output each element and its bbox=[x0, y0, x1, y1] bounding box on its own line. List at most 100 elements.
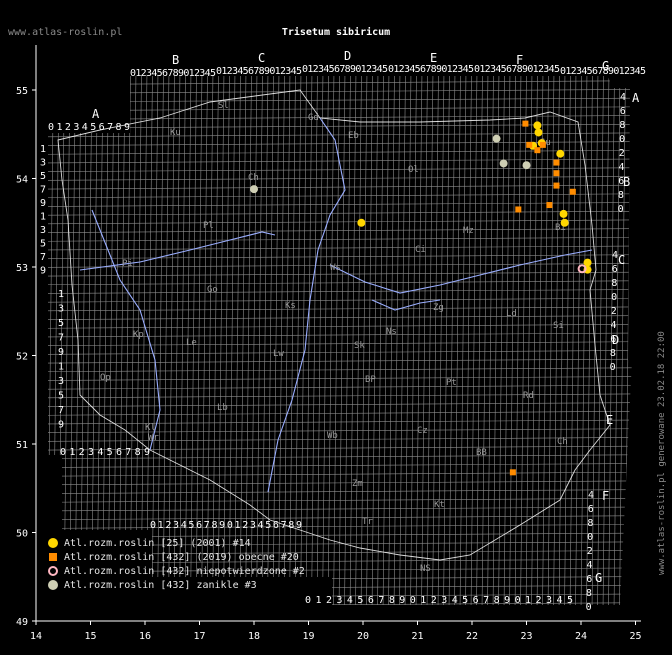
grid-digit: 9 bbox=[40, 198, 46, 209]
grid-digits: 0123456789012345 bbox=[474, 64, 560, 75]
x-tick-label: 22 bbox=[466, 631, 478, 642]
region-code: Pt bbox=[446, 378, 457, 388]
grid-digit: 1 bbox=[40, 144, 46, 155]
record-point-2019 bbox=[553, 170, 560, 177]
grid-digit: 5 bbox=[40, 239, 46, 250]
record-point-extinct bbox=[492, 134, 501, 143]
y-tick-label: 53 bbox=[16, 263, 28, 274]
record-point-2019 bbox=[509, 469, 516, 476]
region-code: Lb bbox=[217, 403, 228, 413]
record-point-2001 bbox=[357, 218, 366, 227]
x-tick-label: 15 bbox=[84, 631, 96, 642]
record-point-2019 bbox=[553, 182, 560, 189]
region-code: Kt bbox=[434, 500, 445, 510]
region-code: Kl bbox=[145, 423, 156, 433]
grid-digit: 8 bbox=[619, 120, 625, 131]
grid-digit: 1 bbox=[58, 289, 64, 300]
region-code: Ol bbox=[408, 165, 419, 175]
grid-letter: A bbox=[632, 91, 640, 105]
region-code: Zm bbox=[352, 479, 363, 489]
grid-digit: 4 bbox=[619, 162, 625, 173]
x-tick-label: 24 bbox=[575, 631, 587, 642]
grid-digit: 3 bbox=[58, 376, 64, 387]
y-tick-label: 52 bbox=[16, 352, 28, 363]
region-code: Wb bbox=[327, 431, 338, 441]
grid-letter: E bbox=[430, 51, 437, 65]
y-tick-label: 54 bbox=[16, 175, 28, 186]
grid-digit: 5 bbox=[58, 391, 64, 402]
record-point-2019 bbox=[515, 206, 522, 213]
grid-digits: 0123456789012345 bbox=[388, 64, 474, 75]
region-code: Ch bbox=[557, 437, 568, 447]
yellow-circle-icon bbox=[48, 538, 58, 548]
region-code: Tr bbox=[362, 517, 373, 527]
grid-digit: 6 bbox=[586, 574, 592, 585]
region-code: Pl bbox=[203, 221, 214, 231]
record-point-2019 bbox=[534, 147, 541, 154]
grid-digit: 3 bbox=[40, 225, 46, 236]
grid-digit: 8 bbox=[586, 588, 592, 599]
grid-digit: 0 bbox=[586, 602, 592, 613]
grid-digit: 9 bbox=[58, 420, 64, 431]
record-point-2019 bbox=[569, 188, 576, 195]
grid-digit: 7 bbox=[58, 333, 64, 344]
region-code: Ks bbox=[285, 301, 296, 311]
x-tick-label: 20 bbox=[357, 631, 369, 642]
grid-digit: 4 bbox=[620, 92, 626, 103]
region-code: NS bbox=[420, 564, 431, 574]
record-point-2019 bbox=[553, 159, 560, 166]
record-point-2019 bbox=[539, 141, 546, 148]
region-code: Le bbox=[186, 338, 197, 348]
atpol-grid bbox=[48, 76, 632, 605]
legend-item-gray: Atl.rozm.roslin [432] zanikle #3 bbox=[48, 578, 305, 592]
record-point-2019 bbox=[526, 141, 533, 148]
region-code: Op bbox=[100, 373, 111, 383]
region-code: Wr bbox=[148, 433, 159, 443]
grid-digit: 0 bbox=[610, 362, 616, 373]
legend-label: Atl.rozm.roslin [432] niepotwierdzone #2 bbox=[64, 565, 305, 577]
grid-letter: C bbox=[258, 51, 265, 65]
grid-digit: 7 bbox=[40, 185, 46, 196]
grid-digit: 8 bbox=[618, 190, 624, 201]
grid-digit: 4 bbox=[588, 490, 594, 501]
record-point-2001 bbox=[556, 149, 565, 158]
region-code: Sl bbox=[218, 101, 229, 111]
grid-digit: 6 bbox=[610, 334, 616, 345]
y-tick-label: 49 bbox=[16, 617, 28, 628]
grid-digits: 0123456789012345 bbox=[216, 66, 302, 77]
x-tick-label: 14 bbox=[30, 631, 42, 642]
grid-digit: 7 bbox=[40, 252, 46, 263]
legend-label: Atl.rozm.roslin [432] (2019) obecne #20 bbox=[64, 551, 299, 563]
pink-ring-icon bbox=[48, 566, 58, 576]
region-code: Ns bbox=[386, 327, 397, 337]
grid-digits: 0123456789 bbox=[48, 122, 130, 133]
legend-item-pink: Atl.rozm.roslin [432] niepotwierdzone #2 bbox=[48, 564, 305, 578]
x-tick-label: 18 bbox=[248, 631, 260, 642]
region-code: Ld bbox=[506, 309, 517, 319]
grid-digit: 5 bbox=[58, 318, 64, 329]
grid-digits: 0123456789012345 bbox=[302, 64, 388, 75]
map-legend: Atl.rozm.roslin [25] (2001) #14 Atl.rozm… bbox=[48, 536, 305, 592]
grid-digit: 1 bbox=[58, 362, 64, 373]
region-code: Kp bbox=[133, 330, 144, 340]
x-tick-label: 16 bbox=[139, 631, 151, 642]
region-code: Mz bbox=[463, 226, 474, 236]
grid-digits: 0123456789012345 bbox=[560, 66, 646, 77]
grid-digit: 9 bbox=[58, 347, 64, 358]
orange-square-icon bbox=[49, 553, 57, 561]
warta-river bbox=[79, 231, 276, 271]
grid-digit: 4 bbox=[611, 320, 617, 331]
region-code: Ch bbox=[248, 173, 259, 183]
region-code: BB bbox=[476, 448, 487, 458]
region-code: Gd bbox=[308, 113, 319, 123]
x-tick-label: 25 bbox=[629, 631, 641, 642]
region-code: Ci bbox=[415, 245, 426, 255]
grid-digit: 7 bbox=[58, 405, 64, 416]
grid-letter: E bbox=[606, 413, 613, 427]
grid-digit: 0 bbox=[618, 204, 624, 215]
grid-digit: 6 bbox=[612, 264, 618, 275]
grid-digit: 8 bbox=[610, 348, 616, 359]
grid-digits: 01234567890123456789012345 bbox=[305, 595, 573, 606]
region-code: Lw bbox=[273, 349, 284, 359]
grid-letter: F bbox=[602, 489, 609, 503]
